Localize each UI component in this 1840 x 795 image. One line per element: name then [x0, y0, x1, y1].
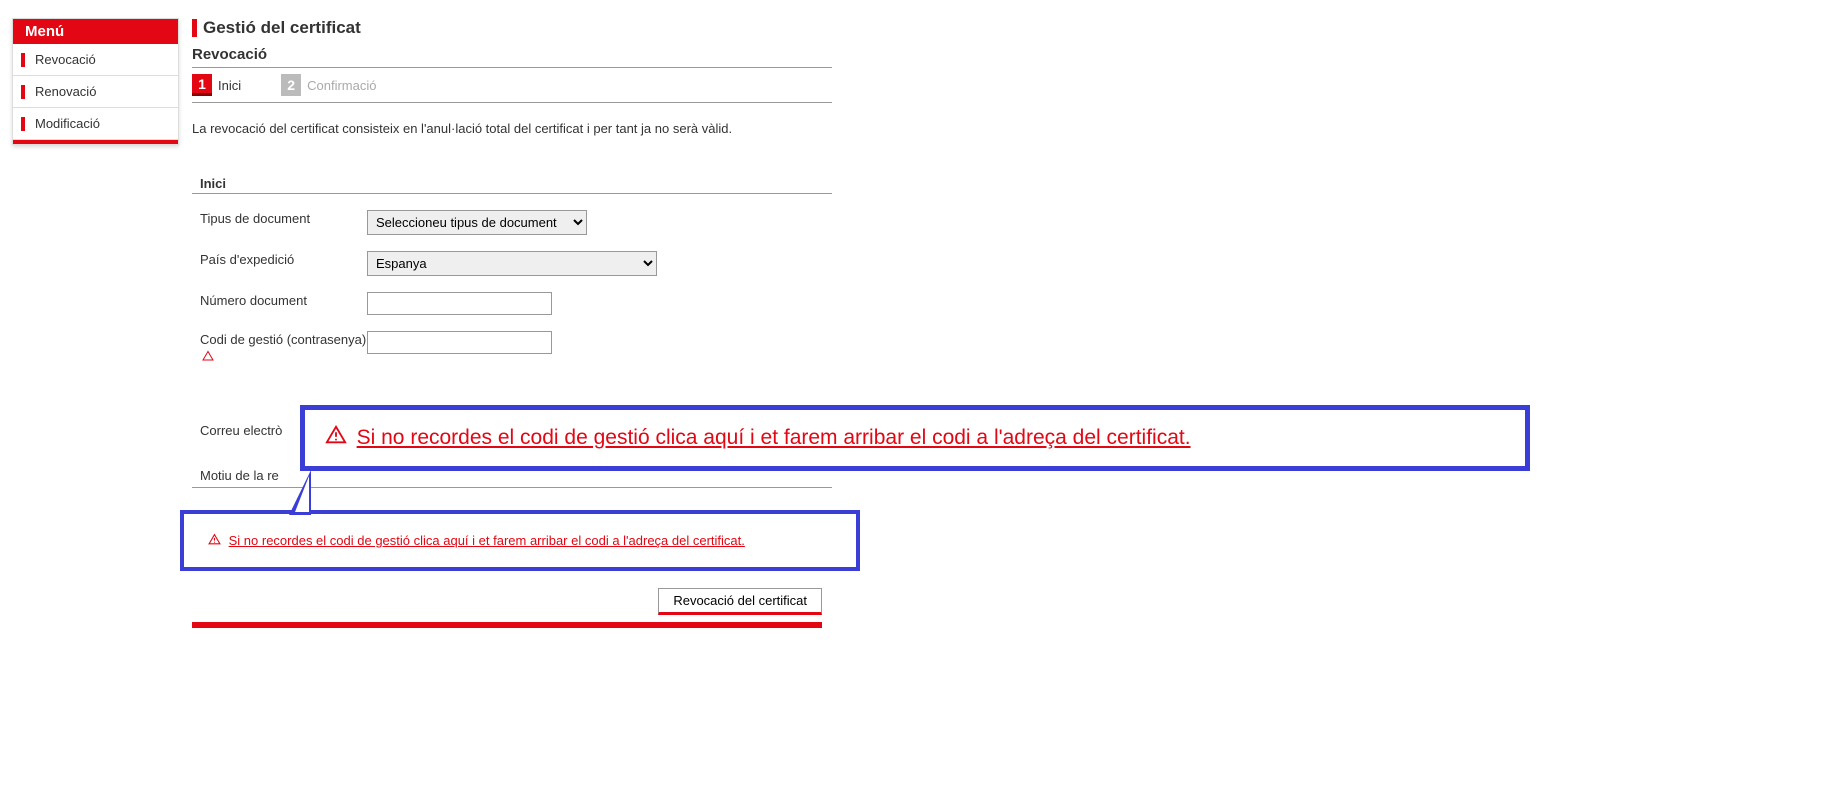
- doc-num-label: Número document: [192, 292, 367, 310]
- divider: [192, 102, 832, 103]
- submit-area: Revocació del certificat: [192, 588, 832, 615]
- page-title-text: Gestió del certificat: [203, 18, 361, 38]
- red-bar-icon: [21, 117, 25, 131]
- menu-item-label: Modificació: [35, 116, 100, 131]
- page-title: Gestió del certificat: [192, 18, 832, 38]
- step-number-2: 2: [281, 74, 301, 96]
- code-label: Codi de gestió (contrasenya): [192, 331, 367, 367]
- step-1: 1 Inici: [192, 74, 241, 96]
- form-row-doc-type: Tipus de document Seleccioneu tipus de d…: [192, 210, 832, 235]
- sidebar-footer-bar: [13, 140, 178, 144]
- step-2: 2 Confirmació: [281, 74, 376, 96]
- divider: [192, 67, 832, 68]
- callout-large: Si no recordes el codi de gestió clica a…: [300, 405, 1530, 471]
- bottom-red-bar: [192, 622, 822, 628]
- doc-type-select[interactable]: Seleccioneu tipus de document: [367, 210, 587, 235]
- menu-item-modificacio[interactable]: Modificació: [13, 108, 178, 140]
- callout-small-link[interactable]: Si no recordes el codi de gestió clica a…: [229, 533, 745, 548]
- revocacio-button[interactable]: Revocació del certificat: [658, 588, 822, 615]
- menu-item-revocacio[interactable]: Revocació: [13, 44, 178, 76]
- form-row-doc-num: Número document: [192, 292, 832, 315]
- country-select[interactable]: Espanya: [367, 251, 657, 276]
- step-number-1: 1: [192, 74, 212, 96]
- doc-num-input[interactable]: [367, 292, 552, 315]
- section-label: Inici: [192, 176, 832, 191]
- red-bar-icon: [21, 53, 25, 67]
- step-label-1: Inici: [218, 78, 241, 93]
- warning-icon: [208, 533, 221, 549]
- country-label: País d'expedició: [192, 251, 367, 269]
- sub-title: Revocació: [192, 46, 832, 63]
- menu-item-renovacio[interactable]: Renovació: [13, 76, 178, 108]
- sidebar-menu: Menú Revocació Renovació Modificació: [12, 18, 179, 145]
- callout-small: Si no recordes el codi de gestió clica a…: [180, 510, 860, 571]
- menu-item-label: Renovació: [35, 84, 96, 99]
- form-row-code: Codi de gestió (contrasenya): [192, 331, 832, 367]
- form-row-country: País d'expedició Espanya: [192, 251, 832, 276]
- step-label-2: Confirmació: [307, 78, 376, 93]
- title-bar-icon: [192, 19, 197, 37]
- step-indicator: 1 Inici 2 Confirmació: [192, 74, 832, 96]
- code-label-text: Codi de gestió (contrasenya): [200, 332, 366, 347]
- motiu-label-partial: Motiu de la re: [192, 468, 832, 488]
- callout-large-link[interactable]: Si no recordes el codi de gestió clica a…: [357, 426, 1191, 449]
- warning-icon: [202, 350, 214, 367]
- warning-icon: [325, 424, 347, 452]
- description-text: La revocació del certificat consisteix e…: [192, 121, 832, 136]
- code-input[interactable]: [367, 331, 552, 354]
- doc-type-label: Tipus de document: [192, 210, 367, 228]
- red-bar-icon: [21, 85, 25, 99]
- menu-header: Menú: [13, 19, 178, 44]
- menu-item-label: Revocació: [35, 52, 96, 67]
